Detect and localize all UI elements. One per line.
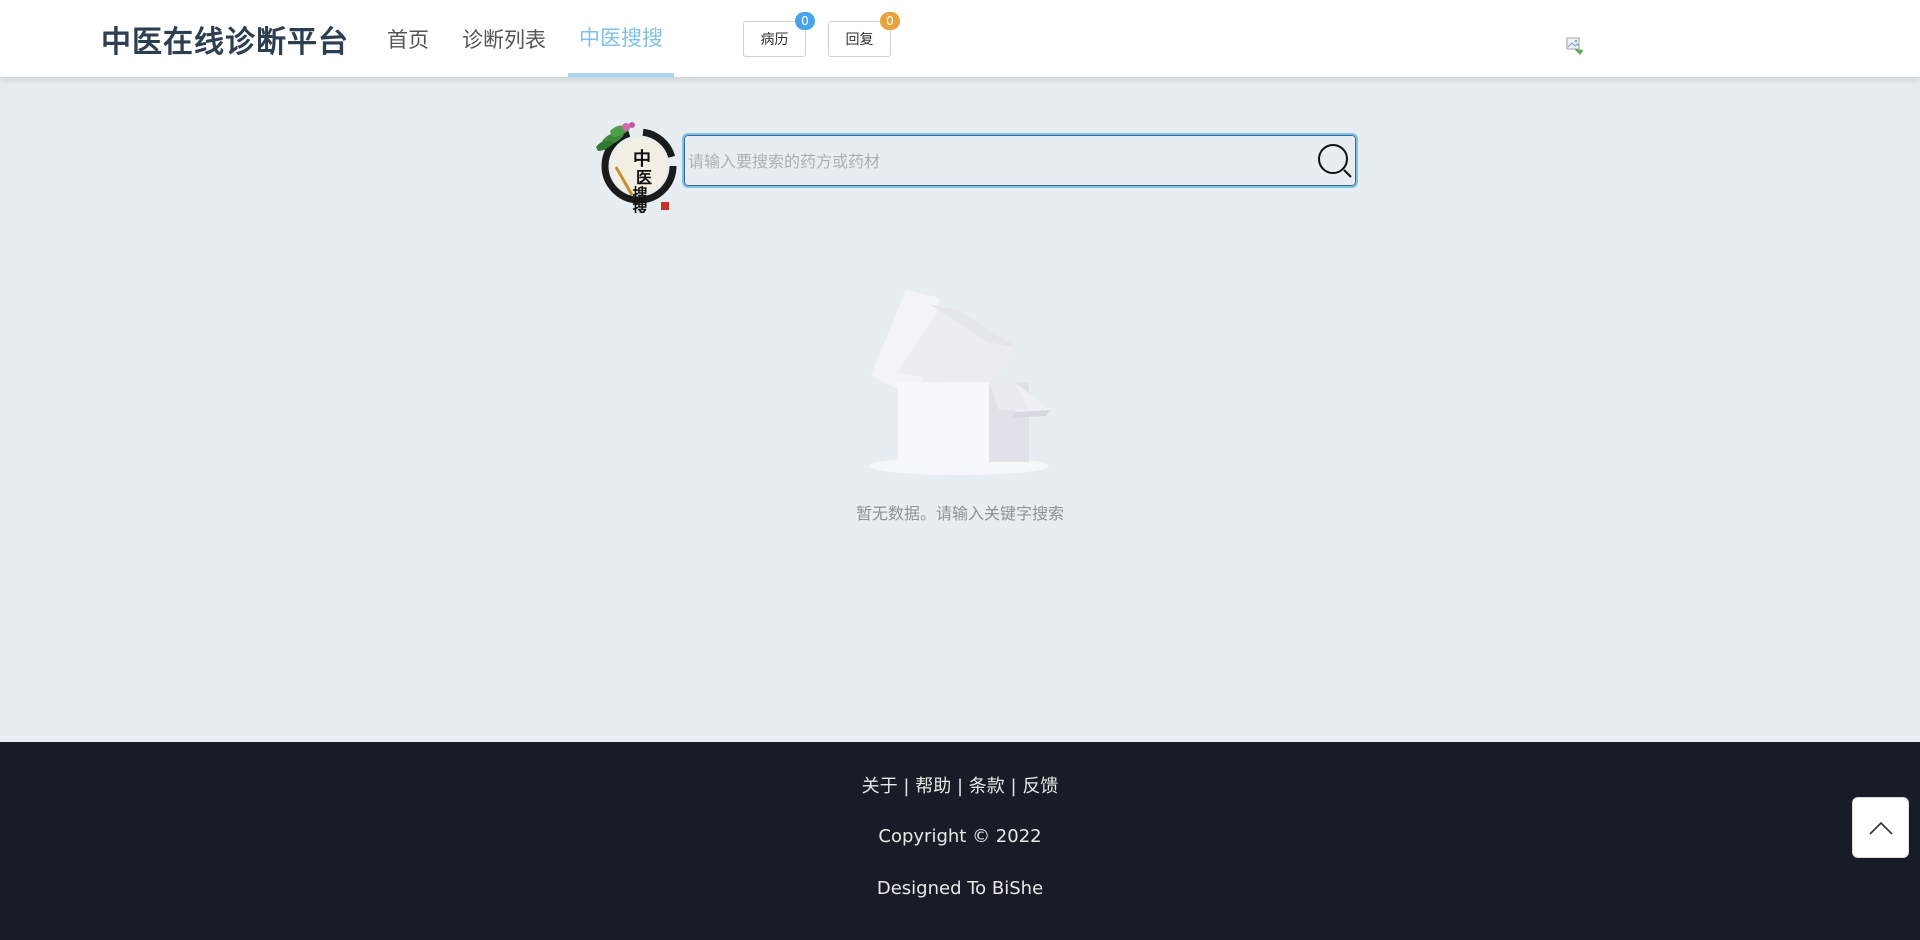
empty-state-text: 暂无数据。请输入关键字搜索 (855, 504, 1064, 523)
site-brand[interactable]: 中医在线诊断平台 (101, 17, 349, 61)
search-icon (1318, 144, 1352, 178)
footer: 关于 | 帮助 | 条款 | 反馈 Copyright © 2022 Desig… (0, 742, 1920, 940)
footer-links: 关于 | 帮助 | 条款 | 反馈 (0, 772, 1920, 798)
footer-link-about[interactable]: 关于 (862, 776, 898, 797)
footer-separator: | (956, 776, 964, 797)
medical-record-badge: 0 (795, 12, 815, 30)
nav-item-diagnosis-list[interactable]: 诊断列表 (451, 0, 557, 77)
empty-box-icon (869, 290, 1050, 475)
broken-image-icon (1566, 37, 1584, 55)
back-to-top-button[interactable] (1852, 797, 1909, 858)
top-header: 中医在线诊断平台 首页 诊断列表 中医搜搜 病历 0 回复 0 (0, 0, 1920, 77)
nav-item-home[interactable]: 首页 (376, 0, 440, 77)
footer-link-terms[interactable]: 条款 (969, 776, 1005, 797)
tcm-search-logo: 中 医 搜 搜 (596, 117, 678, 217)
footer-separator: | (903, 776, 910, 797)
reply-label: 回复 (845, 32, 874, 48)
nav-item-label: 诊断列表 (462, 27, 546, 52)
main-nav: 首页 诊断列表 中医搜搜 (376, 0, 685, 77)
search-box (682, 133, 1358, 188)
reply-badge: 0 (880, 12, 900, 30)
nav-item-label: 首页 (387, 27, 429, 52)
logo-lettering: 中 (633, 148, 651, 170)
nav-item-label: 中医搜搜 (579, 26, 663, 50)
search-button[interactable] (1316, 142, 1354, 180)
empty-state-illustration (866, 290, 1052, 478)
chevron-up-icon (1868, 821, 1893, 835)
search-input[interactable] (688, 145, 1288, 177)
footer-designed: Designed To BiShe (876, 878, 1044, 899)
medical-record-label: 病历 (760, 32, 789, 48)
reply-button[interactable]: 回复 0 (828, 12, 900, 57)
avatar[interactable] (1566, 37, 1584, 55)
footer-link-help[interactable]: 帮助 (915, 776, 951, 797)
footer-link-feedback[interactable]: 反馈 (1022, 776, 1058, 797)
footer-copyright: Copyright © 2022 (878, 826, 1042, 847)
medical-record-button[interactable]: 病历 0 (743, 12, 815, 57)
footer-separator: | (1010, 776, 1017, 797)
svg-text:搜: 搜 (632, 199, 648, 213)
nav-item-tcm-search[interactable]: 中医搜搜 (568, 0, 674, 77)
